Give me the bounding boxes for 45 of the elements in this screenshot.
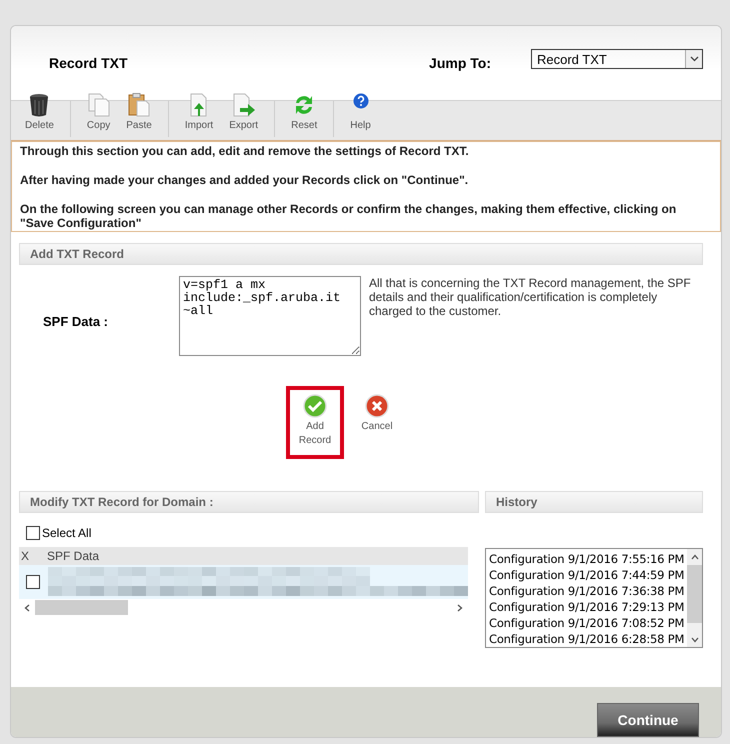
section-title: Add TXT Record bbox=[30, 247, 124, 261]
info-paragraph: After having made your changes and added your Records click on "Continue". bbox=[20, 173, 470, 187]
toolbar-button[interactable]: Import bbox=[176, 93, 222, 131]
select-all-checkbox[interactable] bbox=[26, 526, 40, 540]
history-item[interactable]: Configuration 9/1/2016 7:36:38 PM bbox=[489, 583, 687, 599]
scroll-up-icon[interactable] bbox=[690, 554, 698, 560]
spf-data-field[interactable]: v=spf1 a mx include:_spf.aruba.it ~all bbox=[179, 276, 361, 356]
toolbar-button[interactable]: Delete bbox=[17, 93, 62, 131]
toolbar-button[interactable]: Help bbox=[342, 93, 379, 131]
history-list[interactable] bbox=[485, 548, 703, 648]
toolbar-button[interactable]: Export bbox=[221, 93, 266, 131]
field-label: SPF Data : bbox=[43, 314, 110, 329]
help-icon bbox=[352, 93, 368, 109]
scroll-right-icon[interactable] bbox=[457, 604, 463, 612]
continue-button[interactable]: Continue bbox=[597, 703, 699, 737]
export-icon bbox=[232, 93, 256, 117]
row-checkbox[interactable] bbox=[26, 575, 40, 589]
note-text: All that is concerning the TXT Record management, the SPF details and their qualification/certification is completely charged to the customer. bbox=[369, 276, 692, 318]
toolbar-button[interactable]: Reset bbox=[283, 93, 326, 131]
trash-icon bbox=[29, 93, 50, 117]
page-title: Record TXT bbox=[49, 55, 129, 71]
checkmark-icon bbox=[303, 394, 327, 418]
history-item[interactable]: Configuration 9/1/2016 7:29:13 PM bbox=[489, 599, 687, 615]
section-title: History bbox=[496, 495, 538, 509]
info-paragraph: On the following screen you can manage other Records or confirm the changes, making them effective, clicking on "Save Configuration" bbox=[20, 202, 678, 230]
history-item[interactable]: Configuration 9/1/2016 7:08:52 PM bbox=[489, 615, 687, 631]
info-paragraph: Through this section you can add, edit and remove the settings of Record TXT. bbox=[20, 144, 470, 158]
toolbar-button[interactable]: Copy bbox=[78, 93, 118, 131]
chevron-down-icon bbox=[690, 56, 698, 62]
column-header: X bbox=[20, 549, 30, 563]
history-item[interactable]: Configuration 9/1/2016 6:28:58 PM bbox=[489, 631, 687, 647]
vertical-scrollbar[interactable] bbox=[687, 549, 702, 647]
add-record-button[interactable]: Add Record bbox=[286, 386, 344, 459]
history-item[interactable]: Configuration 9/1/2016 7:55:16 PM bbox=[489, 551, 687, 567]
section-title: Modify TXT Record for Domain : bbox=[30, 495, 214, 509]
close-icon bbox=[365, 394, 389, 418]
scroll-left-icon[interactable] bbox=[24, 604, 30, 612]
column-header: SPF Data bbox=[47, 549, 100, 563]
jump-label: Jump To: bbox=[429, 55, 491, 71]
cancel-button[interactable]: Cancel bbox=[348, 386, 406, 459]
scroll-down-icon[interactable] bbox=[690, 637, 698, 643]
jump-dropdown[interactable]: Record TXT bbox=[531, 49, 703, 69]
history-item[interactable]: Configuration 9/1/2016 7:44:59 PM bbox=[489, 567, 687, 583]
select-all-label: Select All bbox=[42, 526, 92, 540]
toolbar-button[interactable]: Paste bbox=[118, 93, 160, 131]
